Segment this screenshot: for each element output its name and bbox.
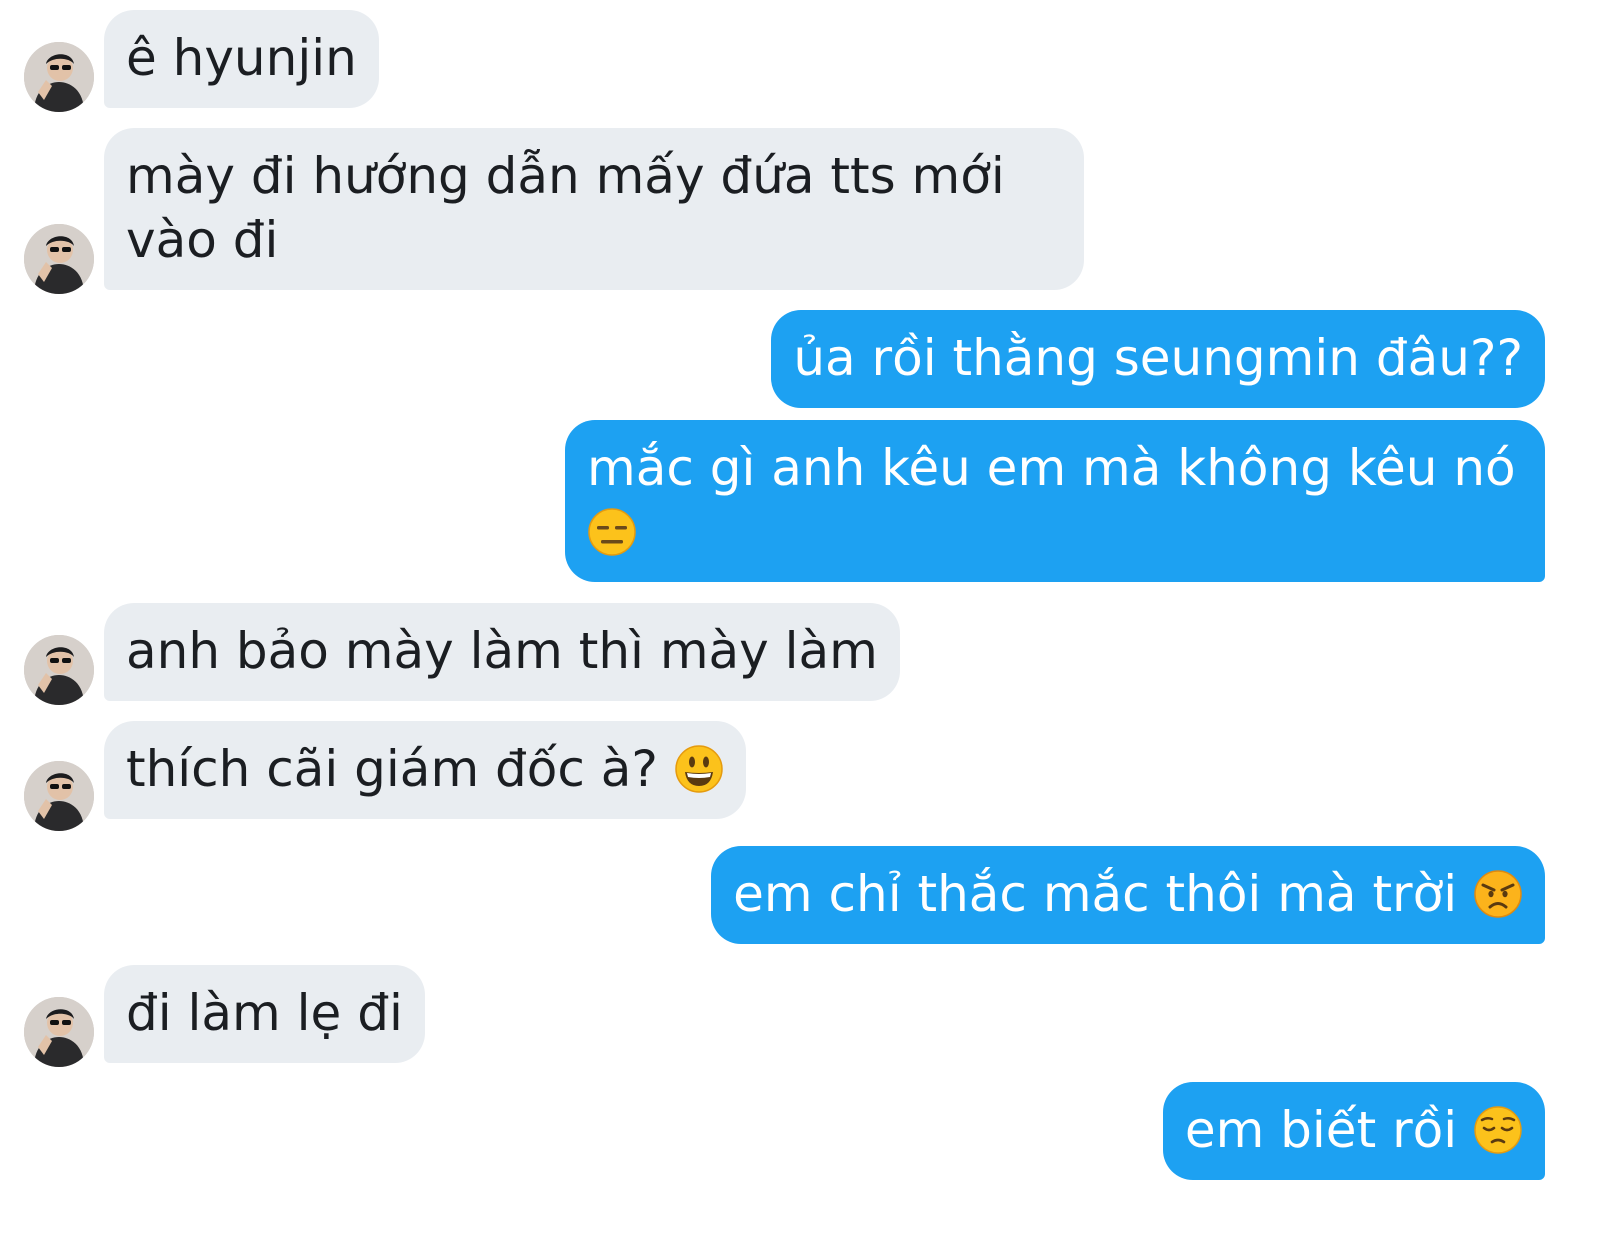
avatar[interactable] bbox=[24, 761, 94, 831]
avatar[interactable] bbox=[24, 224, 94, 294]
outgoing-message[interactable]: mắc gì anh kêu em mà không kêu nó bbox=[565, 420, 1545, 582]
avatar[interactable] bbox=[24, 635, 94, 705]
message-text: thích cãi giám đốc à? bbox=[126, 740, 674, 798]
message-text: vào đi bbox=[126, 211, 279, 269]
outgoing-message[interactable]: em chỉ thắc mắc thôi mà trời bbox=[711, 846, 1545, 944]
message-text-line bbox=[587, 500, 1523, 564]
message-text: ủa rồi thằng seungmin đâu?? bbox=[793, 329, 1523, 387]
smiley-face-icon bbox=[674, 744, 724, 794]
message-text: em biết rồi bbox=[1184, 1101, 1473, 1159]
message-thread: ê hyunjin mày đi hướng dẫn mấy đứa tts m… bbox=[0, 0, 1620, 1242]
avatar[interactable] bbox=[24, 42, 94, 112]
incoming-message[interactable]: mày đi hướng dẫn mấy đứa tts mới vào đi bbox=[104, 128, 1084, 290]
angry-face-icon bbox=[1473, 869, 1523, 919]
incoming-message[interactable]: anh bảo mày làm thì mày làm bbox=[104, 603, 900, 701]
avatar[interactable] bbox=[24, 997, 94, 1067]
incoming-message[interactable]: đi làm lẹ đi bbox=[104, 965, 425, 1063]
outgoing-message[interactable]: em biết rồi bbox=[1162, 1082, 1545, 1180]
pensive-face-icon bbox=[1473, 1105, 1523, 1155]
message-text: đi làm lẹ đi bbox=[126, 984, 403, 1042]
incoming-message[interactable]: ê hyunjin bbox=[104, 10, 379, 108]
message-text: em chỉ thắc mắc thôi mà trời bbox=[733, 865, 1473, 923]
expressionless-face-icon bbox=[587, 507, 637, 557]
message-text: mắc gì anh kêu em mà không kêu nó bbox=[587, 439, 1516, 497]
outgoing-message[interactable]: ủa rồi thằng seungmin đâu?? bbox=[771, 310, 1545, 408]
message-text: ê hyunjin bbox=[126, 29, 357, 87]
incoming-message[interactable]: thích cãi giám đốc à? bbox=[104, 721, 746, 819]
message-text: anh bảo mày làm thì mày làm bbox=[126, 622, 878, 680]
message-text: mày đi hướng dẫn mấy đứa tts mới bbox=[126, 147, 1005, 205]
